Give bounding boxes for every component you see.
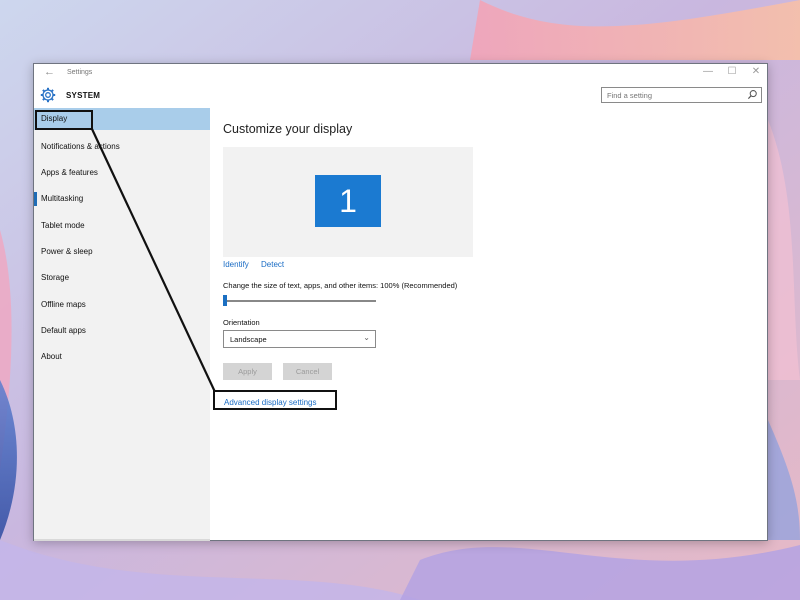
monitor-1[interactable]: 1 bbox=[315, 175, 381, 227]
window-controls: — ☐ ✕ bbox=[703, 66, 761, 77]
sidebar-item-storage[interactable]: Storage bbox=[34, 267, 210, 289]
title-bar: ← Settings — ☐ ✕ bbox=[34, 64, 767, 84]
minimize-button[interactable]: — bbox=[703, 66, 713, 77]
annotation-box-advanced bbox=[213, 390, 337, 410]
sidebar-item-offline-maps[interactable]: Offline maps bbox=[34, 294, 210, 316]
sidebar-item-label: Apps & features bbox=[41, 168, 98, 177]
scale-slider[interactable] bbox=[223, 300, 376, 302]
orientation-label: Orientation bbox=[223, 318, 260, 327]
sidebar-item-label: Offline maps bbox=[41, 300, 86, 309]
settings-header: SYSTEM bbox=[34, 84, 767, 108]
orientation-value: Landscape bbox=[230, 335, 267, 344]
window-title: Settings bbox=[67, 69, 93, 76]
gear-icon bbox=[40, 87, 56, 103]
sidebar-item-label: Power & sleep bbox=[41, 247, 93, 256]
display-settings-panel: Customize your display 1 Identify Detect… bbox=[210, 108, 768, 541]
chevron-down-icon: ⌄ bbox=[363, 333, 370, 342]
sidebar-item-tablet-mode[interactable]: Tablet mode bbox=[34, 215, 210, 237]
sidebar-item-about[interactable]: About bbox=[34, 346, 210, 368]
sidebar-item-label: Tablet mode bbox=[41, 221, 85, 230]
sidebar-item-power-sleep[interactable]: Power & sleep bbox=[34, 241, 210, 263]
settings-window: ← Settings — ☐ ✕ SYSTEM Find a setting D… bbox=[33, 63, 768, 541]
sidebar-nav: Display Notifications & actions Apps & f… bbox=[34, 108, 210, 541]
scale-slider-thumb[interactable] bbox=[223, 295, 227, 306]
sidebar-divider bbox=[34, 539, 210, 541]
sidebar-item-label: About bbox=[41, 352, 62, 361]
section-title: SYSTEM bbox=[66, 91, 101, 100]
scale-label: Change the size of text, apps, and other… bbox=[223, 281, 458, 290]
sidebar-item-label: Default apps bbox=[41, 326, 86, 335]
close-button[interactable]: ✕ bbox=[751, 66, 761, 77]
cancel-button[interactable]: Cancel bbox=[283, 363, 332, 380]
search-icon[interactable] bbox=[747, 89, 758, 100]
apply-button[interactable]: Apply bbox=[223, 363, 272, 380]
sidebar-item-label: Notifications & actions bbox=[41, 142, 120, 151]
search-input[interactable] bbox=[602, 88, 742, 102]
orientation-select[interactable]: Landscape ⌄ bbox=[223, 330, 376, 348]
sidebar-item-label: Multitasking bbox=[41, 194, 84, 203]
search-box[interactable] bbox=[601, 87, 762, 103]
back-arrow-icon[interactable]: ← bbox=[44, 66, 55, 78]
detect-link[interactable]: Detect bbox=[261, 260, 284, 269]
identify-link[interactable]: Identify bbox=[223, 260, 249, 269]
sidebar-item-notifications[interactable]: Notifications & actions bbox=[34, 136, 210, 158]
selection-marker bbox=[34, 192, 37, 206]
annotation-box-display bbox=[35, 110, 93, 130]
maximize-button[interactable]: ☐ bbox=[727, 66, 737, 77]
sidebar-item-label: Storage bbox=[41, 273, 70, 282]
monitor-arrangement: 1 bbox=[223, 147, 473, 257]
sidebar-item-apps[interactable]: Apps & features bbox=[34, 162, 210, 184]
page-title: Customize your display bbox=[223, 122, 353, 136]
sidebar-item-default-apps[interactable]: Default apps bbox=[34, 320, 210, 342]
sidebar-item-multitasking[interactable]: Multitasking bbox=[34, 188, 210, 210]
